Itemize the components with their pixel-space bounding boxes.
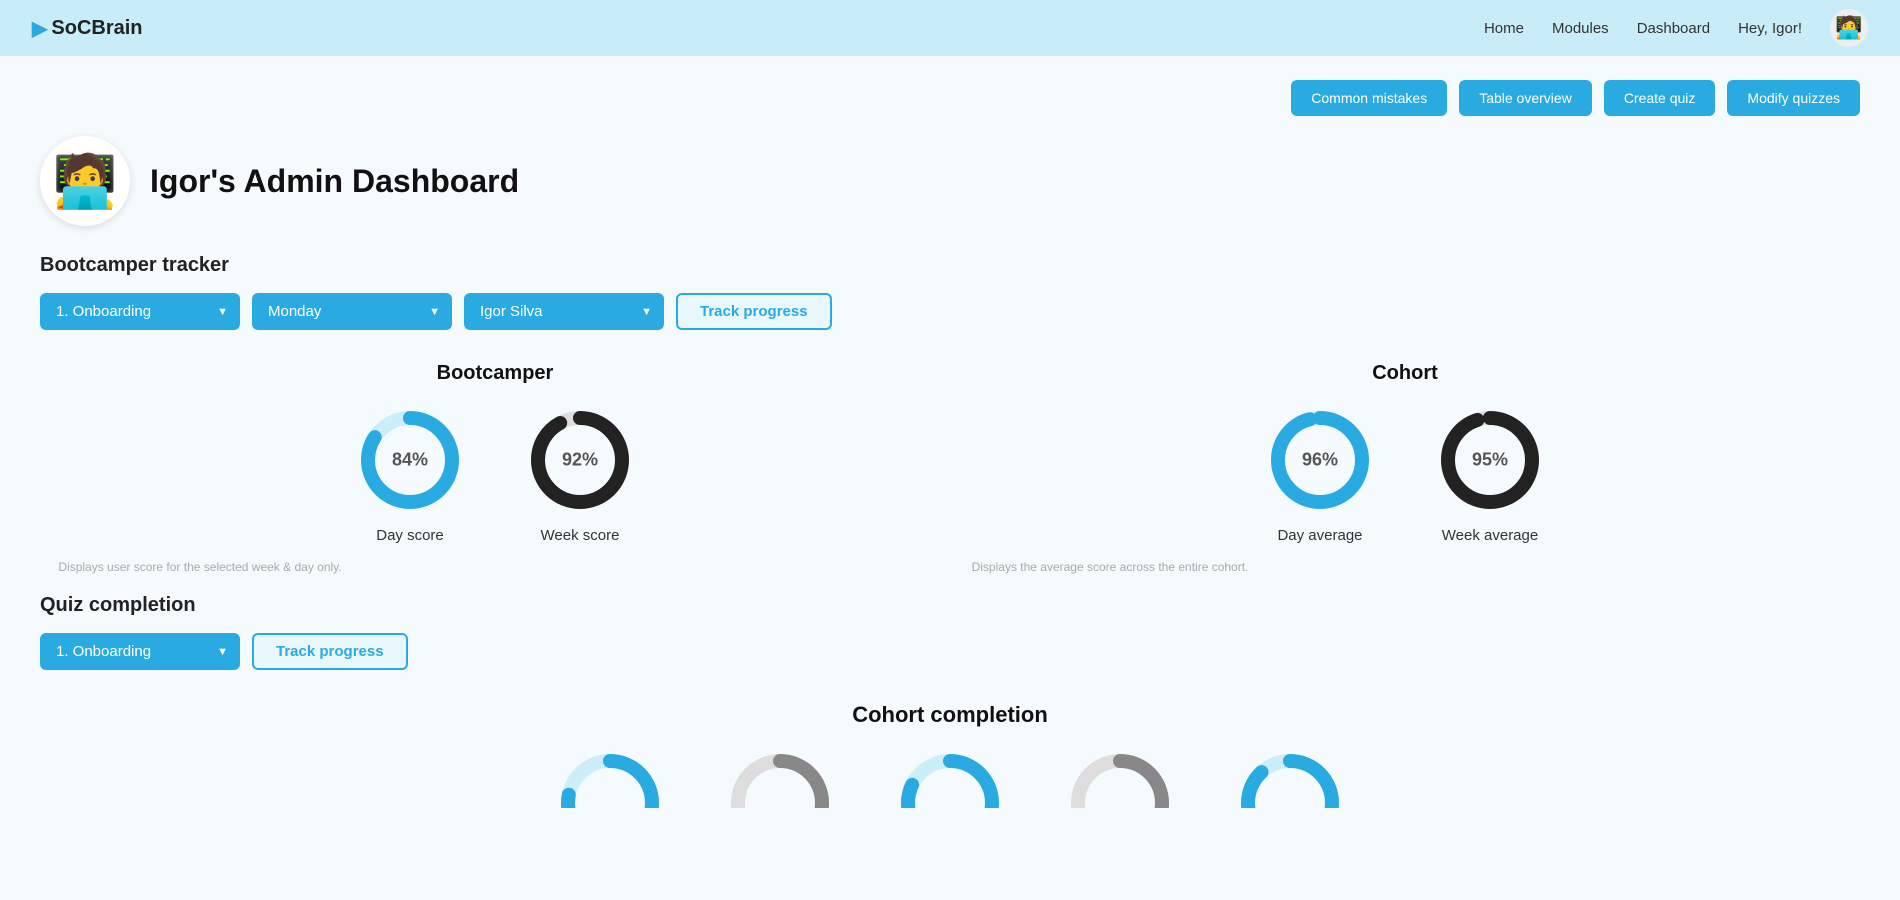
- navbar: ▶ SoCBrain Home Modules Dashboard Hey, I…: [0, 0, 1900, 56]
- week-average-value: 95%: [1472, 450, 1508, 471]
- bootcamper-tracker-title: Bootcamper tracker: [40, 254, 1860, 277]
- day-average-donut: 96%: [1265, 405, 1375, 515]
- create-quiz-button[interactable]: Create quiz: [1604, 80, 1716, 116]
- cohort-chart-4: [1065, 748, 1175, 808]
- week-score-donut: 92%: [525, 405, 635, 515]
- day-average-label: Day average: [1277, 527, 1362, 544]
- bootcamper-scores-row: 84% Day score 92% Week score: [40, 405, 950, 544]
- navbar-greeting: Hey, Igor!: [1738, 20, 1802, 37]
- dashboard-header: 🧑‍💻 Igor's Admin Dashboard: [40, 136, 1860, 226]
- day-average-value: 96%: [1302, 450, 1338, 471]
- quiz-completion-title: Quiz completion: [40, 594, 1860, 617]
- cohort-score-note: Displays the average score across the en…: [950, 560, 1270, 574]
- week-score-label: Week score: [541, 527, 620, 544]
- cohort-chart-5: [1235, 748, 1345, 808]
- day-select-wrapper[interactable]: Monday Tuesday Wednesday Thursday Friday: [252, 293, 452, 330]
- page-title: Igor's Admin Dashboard: [150, 163, 519, 200]
- quiz-module-select[interactable]: 1. Onboarding 2. Module 2 3. Module 3: [40, 633, 240, 670]
- quiz-controls: 1. Onboarding 2. Module 2 3. Module 3 Tr…: [40, 633, 1860, 670]
- logo-chevron-icon: ▶: [32, 16, 47, 41]
- common-mistakes-button[interactable]: Common mistakes: [1291, 80, 1447, 116]
- week-score-item: 92% Week score: [525, 405, 635, 544]
- cohort-charts-row: [40, 748, 1860, 808]
- module-select[interactable]: 1. Onboarding 2. Module 2 3. Module 3: [40, 293, 240, 330]
- day-score-label: Day score: [376, 527, 444, 544]
- modify-quizzes-button[interactable]: Modify quizzes: [1727, 80, 1860, 116]
- week-average-item: 95% Week average: [1435, 405, 1545, 544]
- navbar-right: Home Modules Dashboard Hey, Igor! 🧑‍💻: [1484, 9, 1868, 47]
- dashboard-avatar-icon: 🧑‍💻: [53, 151, 118, 212]
- cohort-scores-row: 96% Day average 95% Week average: [950, 405, 1860, 544]
- bootcamper-tracker-section: Bootcamper tracker 1. Onboarding 2. Modu…: [40, 254, 1860, 330]
- nav-modules[interactable]: Modules: [1552, 20, 1609, 37]
- cohort-chart-3: [895, 748, 1005, 808]
- day-average-item: 96% Day average: [1265, 405, 1375, 544]
- tracker-controls: 1. Onboarding 2. Module 2 3. Module 3 Mo…: [40, 293, 1860, 330]
- dashboard-avatar: 🧑‍💻: [40, 136, 130, 226]
- brand-logo[interactable]: ▶ SoCBrain: [32, 16, 143, 41]
- track-progress-button[interactable]: Track progress: [676, 293, 832, 330]
- week-average-donut: 95%: [1435, 405, 1545, 515]
- scores-section: Bootcamper 84% Day score: [40, 362, 1860, 574]
- day-score-value: 84%: [392, 450, 428, 471]
- day-select[interactable]: Monday Tuesday Wednesday Thursday Friday: [252, 293, 452, 330]
- module-select-wrapper[interactable]: 1. Onboarding 2. Module 2 3. Module 3: [40, 293, 240, 330]
- bootcamper-score-note: Displays user score for the selected wee…: [40, 560, 360, 574]
- bootcamper-scores-title: Bootcamper: [40, 362, 950, 385]
- user-select-wrapper[interactable]: Igor Silva Jane Doe John Smith: [464, 293, 664, 330]
- quiz-module-select-wrapper[interactable]: 1. Onboarding 2. Module 2 3. Module 3: [40, 633, 240, 670]
- top-buttons-row: Common mistakes Table overview Create qu…: [40, 80, 1860, 116]
- cohort-scores-title: Cohort: [950, 362, 1860, 385]
- week-score-value: 92%: [562, 450, 598, 471]
- nav-dashboard[interactable]: Dashboard: [1637, 20, 1710, 37]
- table-overview-button[interactable]: Table overview: [1459, 80, 1592, 116]
- cohort-chart-2: [725, 748, 835, 808]
- brand-name: SoCBrain: [51, 17, 142, 40]
- nav-home[interactable]: Home: [1484, 20, 1524, 37]
- navbar-avatar-icon: 🧑‍💻: [1835, 15, 1862, 41]
- week-average-label: Week average: [1442, 527, 1538, 544]
- cohort-completion-section: Cohort completion: [40, 702, 1860, 808]
- cohort-chart-1: [555, 748, 665, 808]
- bootcamper-scores: Bootcamper 84% Day score: [40, 362, 950, 574]
- user-select[interactable]: Igor Silva Jane Doe John Smith: [464, 293, 664, 330]
- cohort-completion-title: Cohort completion: [40, 702, 1860, 728]
- navbar-avatar[interactable]: 🧑‍💻: [1830, 9, 1868, 47]
- cohort-scores: Cohort 96% Day average: [950, 362, 1860, 574]
- day-score-item: 84% Day score: [355, 405, 465, 544]
- main-content: Common mistakes Table overview Create qu…: [0, 56, 1900, 900]
- day-score-donut: 84%: [355, 405, 465, 515]
- quiz-completion-section: Quiz completion 1. Onboarding 2. Module …: [40, 594, 1860, 670]
- quiz-track-progress-button[interactable]: Track progress: [252, 633, 408, 670]
